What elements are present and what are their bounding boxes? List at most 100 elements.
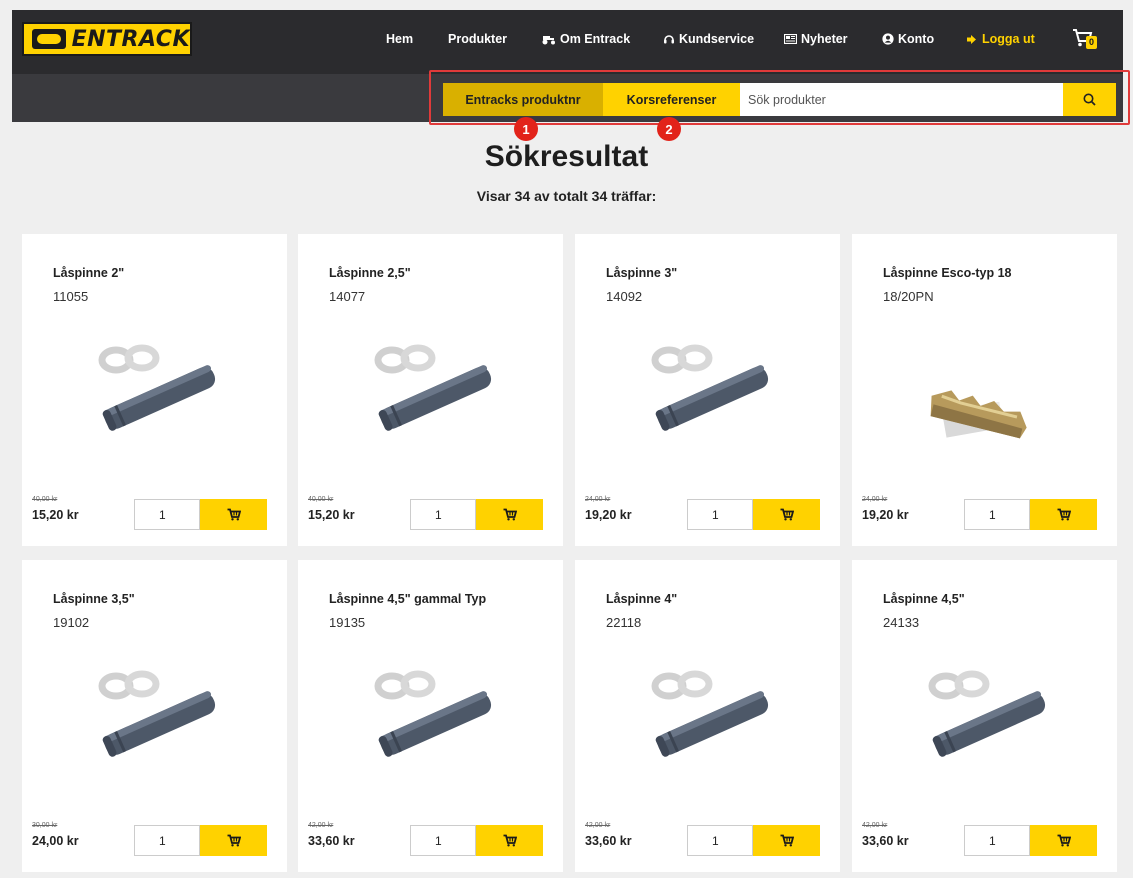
- nav-produkter-label: Produkter: [448, 32, 508, 46]
- product-price: 15,20 kr: [308, 508, 355, 522]
- add-to-cart-button[interactable]: [753, 825, 820, 856]
- quantity-input[interactable]: [687, 825, 753, 856]
- product-name[interactable]: Låspinne 3,5": [53, 592, 135, 606]
- logo-mark-icon: [32, 29, 66, 49]
- product-sku: 14077: [329, 289, 366, 304]
- product-sku: 24133: [883, 615, 920, 630]
- add-to-cart-button[interactable]: [1030, 825, 1097, 856]
- cart-count-badge: 0: [1086, 36, 1098, 49]
- quantity-input[interactable]: [687, 499, 753, 530]
- product-name[interactable]: Låspinne 4,5" gammal Typ: [329, 592, 486, 606]
- product-price: 33,60 kr: [862, 834, 909, 848]
- nav-kundservice-label: Kundservice: [679, 32, 755, 46]
- esco-pin-icon: [930, 390, 1027, 439]
- original-price: 42,00 kr: [308, 822, 334, 829]
- product-image[interactable]: [360, 334, 510, 444]
- product-price: 24,00 kr: [32, 834, 79, 848]
- nav-nyheter-label: Nyheter: [801, 32, 848, 46]
- newspaper-icon: [784, 34, 797, 44]
- add-to-cart-icon: [1057, 834, 1071, 847]
- original-price: 40,00 kr: [308, 496, 334, 503]
- product-card[interactable]: Låspinne 4" 22118 42,00 kr 33,60 kr: [575, 560, 840, 872]
- annotation-marker-1: 1: [514, 117, 538, 141]
- add-to-cart-button[interactable]: [476, 825, 543, 856]
- add-to-cart-icon: [227, 508, 241, 521]
- product-name[interactable]: Låspinne 2,5": [329, 266, 411, 280]
- annotation-marker-2: 2: [657, 117, 681, 141]
- nav-konto-label: Konto: [898, 32, 935, 46]
- nav-om-entrack[interactable]: Om Entrack: [542, 32, 630, 46]
- nav-logga-ut[interactable]: Logga ut: [966, 32, 1035, 46]
- product-card[interactable]: Låspinne 2,5" 14077 40,00 kr 15,20 kr: [298, 234, 563, 546]
- quantity-input[interactable]: [964, 825, 1030, 856]
- add-to-cart-icon: [503, 508, 517, 521]
- nav-nyheter[interactable]: Nyheter: [784, 32, 848, 46]
- product-image[interactable]: [914, 334, 1064, 444]
- add-to-cart-icon: [227, 834, 241, 847]
- user-circle-icon: [882, 33, 894, 45]
- product-image[interactable]: [637, 660, 787, 770]
- pin-icon: [651, 670, 769, 757]
- quantity-input[interactable]: [964, 499, 1030, 530]
- add-to-cart-button[interactable]: [200, 499, 267, 530]
- logo-text: ENTRACK: [71, 26, 190, 52]
- add-to-cart-icon: [780, 508, 794, 521]
- quantity-input[interactable]: [410, 825, 476, 856]
- nav-logga-ut-label: Logga ut: [982, 32, 1035, 46]
- product-name[interactable]: Låspinne Esco-typ 18: [883, 266, 1012, 280]
- product-card[interactable]: Låspinne Esco-typ 18 18/20PN 24,00 kr 19…: [852, 234, 1117, 546]
- product-image[interactable]: [360, 660, 510, 770]
- cart-button[interactable]: 0: [1072, 28, 1100, 52]
- product-card[interactable]: Låspinne 3" 14092 24,00 kr 19,20 kr: [575, 234, 840, 546]
- add-to-cart-button[interactable]: [753, 499, 820, 530]
- quantity-input[interactable]: [410, 499, 476, 530]
- quantity-input[interactable]: [134, 499, 200, 530]
- nav-konto[interactable]: Konto: [882, 32, 934, 46]
- product-card[interactable]: Låspinne 2" 11055 40,00 kr 15,20 kr: [22, 234, 287, 546]
- product-name[interactable]: Låspinne 2": [53, 266, 124, 280]
- top-navbar: ENTRACK Hem Produkter Om Entrack Kundser…: [12, 10, 1123, 74]
- headset-icon: [664, 35, 674, 44]
- original-price: 24,00 kr: [585, 496, 611, 503]
- pin-icon: [374, 670, 492, 757]
- pin-icon: [928, 670, 1046, 757]
- product-sku: 18/20PN: [883, 289, 934, 304]
- add-to-cart-icon: [1057, 508, 1071, 521]
- product-name[interactable]: Låspinne 3": [606, 266, 677, 280]
- product-image[interactable]: [84, 334, 234, 444]
- product-card[interactable]: Låspinne 4,5" 24133 42,00 kr 33,60 kr: [852, 560, 1117, 872]
- pin-icon: [651, 344, 769, 431]
- product-price: 33,60 kr: [585, 834, 632, 848]
- product-sku: 22118: [606, 615, 642, 630]
- product-price: 33,60 kr: [308, 834, 355, 848]
- nav-produkter[interactable]: Produkter: [448, 32, 507, 46]
- product-price: 19,20 kr: [862, 508, 909, 522]
- add-to-cart-button[interactable]: [476, 499, 543, 530]
- product-card[interactable]: Låspinne 4,5" gammal Typ 19135 42,00 kr …: [298, 560, 563, 872]
- add-to-cart-button[interactable]: [1030, 499, 1097, 530]
- nav-om-entrack-label: Om Entrack: [560, 32, 631, 46]
- original-price: 40,00 kr: [32, 496, 58, 503]
- product-sku: 11055: [53, 289, 89, 304]
- quantity-input[interactable]: [134, 825, 200, 856]
- product-image[interactable]: [637, 334, 787, 444]
- pin-icon: [374, 344, 492, 431]
- product-sku: 19135: [329, 615, 366, 630]
- search-highlight-box: [429, 70, 1130, 125]
- pin-icon: [98, 344, 216, 431]
- product-image[interactable]: [84, 660, 234, 770]
- nav-kundservice[interactable]: Kundservice: [663, 32, 754, 46]
- product-card[interactable]: Låspinne 3,5" 19102 30,00 kr 24,00 kr: [22, 560, 287, 872]
- nav-hem[interactable]: Hem: [386, 32, 413, 46]
- product-name[interactable]: Låspinne 4,5": [883, 592, 965, 606]
- add-to-cart-button[interactable]: [200, 825, 267, 856]
- original-price: 42,00 kr: [585, 822, 611, 829]
- product-price: 19,20 kr: [585, 508, 632, 522]
- original-price: 42,00 kr: [862, 822, 888, 829]
- product-name[interactable]: Låspinne 4": [606, 592, 677, 606]
- product-image[interactable]: [914, 660, 1064, 770]
- tractor-icon: [542, 35, 555, 44]
- original-price: 24,00 kr: [862, 496, 888, 503]
- entrack-logo[interactable]: ENTRACK: [22, 22, 192, 56]
- product-sku: 14092: [606, 289, 643, 304]
